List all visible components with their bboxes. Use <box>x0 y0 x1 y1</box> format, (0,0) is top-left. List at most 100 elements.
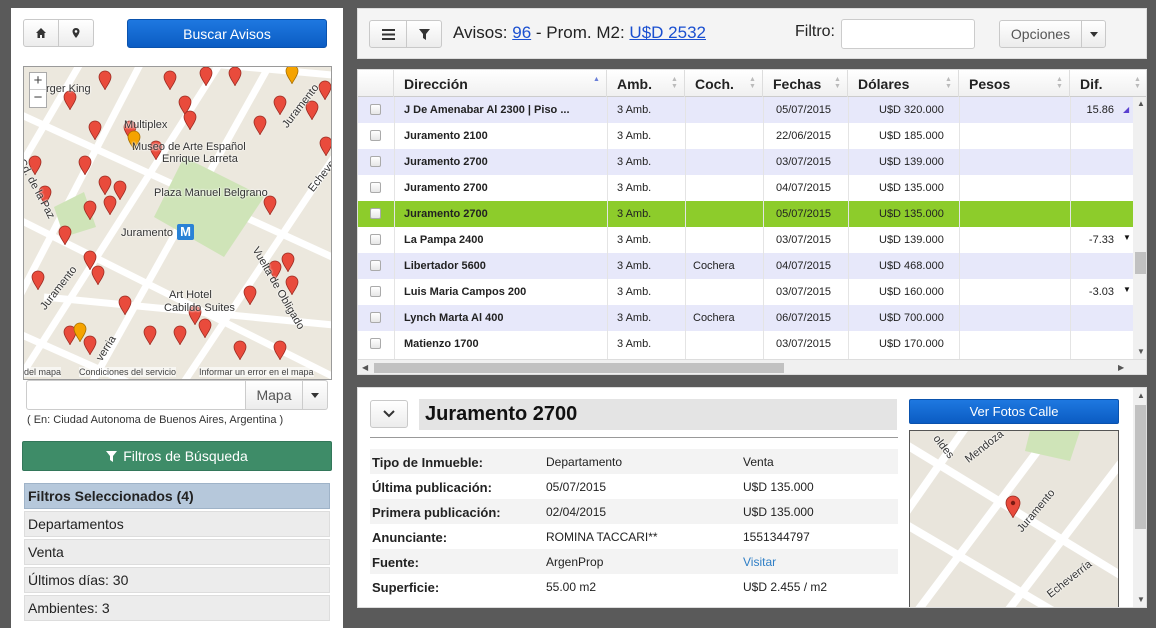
detail-vertical-scrollbar[interactable]: ▲ ▼ <box>1133 388 1146 607</box>
table-row[interactable]: Juramento 2700 3 Amb. 04/07/2015 U$D 135.00… <box>358 175 1133 201</box>
row-checkbox[interactable] <box>370 130 381 141</box>
scroll-down-icon[interactable]: ▼ <box>1137 347 1145 356</box>
table-row[interactable]: Lynch Marta Al 400 3 Amb. Cochera 06/07/201… <box>358 305 1133 331</box>
cell-dir: J De Amenabar Al 2300 | Piso ... <box>404 104 570 116</box>
table-row[interactable]: Juramento 2100 3 Amb. 22/06/2015 U$D 185.00… <box>358 123 1133 149</box>
visitar-link[interactable]: Visitar <box>743 555 776 569</box>
table-row[interactable]: Juramento 2700 3 Amb. 05/07/2015 U$D 135.00… <box>358 201 1133 227</box>
table-row[interactable]: Libertador 5600 3 Amb. Cochera 04/07/2015 U$… <box>358 253 1133 279</box>
selected-filter-item[interactable]: Venta <box>24 539 330 565</box>
map-terms-link[interactable]: Condiciones del servicio <box>79 367 177 377</box>
column-header-dif[interactable]: Dif. ▲ ▼ <box>1070 70 1146 97</box>
scroll-up-icon[interactable]: ▲ <box>1137 391 1145 400</box>
cell-dir: Libertador 5600 <box>404 260 486 272</box>
grid-horizontal-scrollbar[interactable]: ◀ ▶ <box>358 359 1146 374</box>
subway-icon: M <box>177 224 194 240</box>
row-checkbox[interactable] <box>370 182 381 193</box>
filtros-busqueda-button[interactable]: Filtros de Búsqueda <box>22 441 332 471</box>
row-checkbox[interactable] <box>370 156 381 167</box>
row-checkbox[interactable] <box>370 338 381 349</box>
scrollbar-thumb[interactable] <box>1135 405 1146 529</box>
cell-pesos <box>970 331 1065 357</box>
detail-value-secondary: U$D 135.000 <box>743 505 814 519</box>
map-label: Juramento <box>121 227 173 239</box>
avisos-count[interactable]: 96 <box>512 23 531 42</box>
cell-pesos <box>970 305 1065 331</box>
table-row[interactable]: Luis Maria Campos 200 3 Amb. 03/07/2015 U$D… <box>358 279 1133 305</box>
scrollbar-thumb[interactable] <box>374 363 784 373</box>
map-label: rger King <box>46 83 91 95</box>
selected-filter-item[interactable]: Ambientes: 3 <box>24 595 330 621</box>
cell-coch <box>693 175 758 201</box>
location-button[interactable] <box>58 19 94 47</box>
detail-value-secondary: Venta <box>743 455 774 469</box>
column-divider <box>685 97 686 359</box>
row-checkbox[interactable] <box>370 286 381 297</box>
detail-key: Primera publicación: <box>372 505 501 520</box>
table-row[interactable]: Matienzo 1700 3 Amb. 03/07/2015 U$D 170.000 <box>358 331 1133 357</box>
mapa-button[interactable]: Mapa <box>246 380 303 410</box>
row-checkbox[interactable] <box>370 208 381 219</box>
home-button[interactable] <box>23 19 59 47</box>
cell-dolares: U$D 139.000 <box>879 156 944 168</box>
selected-filter-item[interactable]: Últimos días: 30 <box>24 567 330 593</box>
column-header-fechas[interactable]: Fechas ▲ ▼ <box>763 70 848 97</box>
trend-up-icon: ◢ <box>1123 105 1130 114</box>
map-marker-icon <box>72 28 80 38</box>
zoom-out-button[interactable]: − <box>30 90 46 107</box>
opciones-dropdown-toggle[interactable] <box>1081 20 1106 48</box>
buscar-avisos-button[interactable]: Buscar Avisos <box>127 19 327 48</box>
column-header-direccion[interactable]: Dirección ▲ <box>394 70 607 97</box>
row-checkbox[interactable] <box>370 312 381 323</box>
row-checkbox[interactable] <box>370 104 381 115</box>
table-row[interactable]: Juramento 2700 3 Amb. 03/07/2015 U$D 139.00… <box>358 149 1133 175</box>
collapse-detail-button[interactable] <box>370 400 408 428</box>
detail-row: Tipo de Inmueble: Departamento Venta <box>370 449 898 474</box>
chevron-down-icon <box>311 392 319 398</box>
grid-vertical-scrollbar[interactable]: ▲ ▼ <box>1133 97 1146 359</box>
map-label: Enrique Larreta <box>162 153 238 165</box>
column-header-amb[interactable]: Amb. ▲ ▼ <box>607 70 685 97</box>
column-header-label: Coch. <box>695 76 734 92</box>
location-hint: ( En: Ciudad Autonoma de Buenos Aires, A… <box>27 414 284 426</box>
scrollbar-thumb[interactable] <box>1135 252 1146 274</box>
column-header-dolares[interactable]: Dólares ▲ ▼ <box>848 70 959 97</box>
address-search-input[interactable] <box>26 380 246 410</box>
scroll-left-icon[interactable]: ◀ <box>362 363 368 372</box>
scroll-up-icon[interactable]: ▲ <box>1137 99 1145 108</box>
column-header-coch[interactable]: Coch. ▲ ▼ <box>685 70 763 97</box>
opciones-button[interactable]: Opciones <box>999 20 1082 48</box>
selected-filter-item[interactable]: Departamentos <box>24 511 330 537</box>
column-divider <box>607 97 608 359</box>
table-row[interactable]: La Pampa 2400 3 Amb. 03/07/2015 U$D 139.000… <box>358 227 1133 253</box>
map-report-error-link[interactable]: Informar un error en el mapa <box>199 367 314 377</box>
prom-m2-value[interactable]: U$D 2532 <box>629 23 706 42</box>
mapa-dropdown-toggle[interactable] <box>303 380 328 410</box>
detail-value-secondary: U$D 2.455 / m2 <box>743 580 828 594</box>
scroll-down-icon[interactable]: ▼ <box>1137 595 1145 604</box>
zoom-in-button[interactable]: + <box>30 73 46 90</box>
scroll-right-icon[interactable]: ▶ <box>1118 363 1124 372</box>
detail-row: Fuente: ArgenProp Visitar <box>370 549 898 574</box>
cell-coch <box>693 201 758 227</box>
row-checkbox[interactable] <box>370 260 381 271</box>
cell-dif <box>1074 253 1124 279</box>
chevron-down-icon <box>383 410 395 418</box>
cell-coch <box>693 279 758 305</box>
cell-amb: 3 Amb. <box>617 286 652 298</box>
column-header-pesos[interactable]: Pesos ▲ ▼ <box>959 70 1070 97</box>
row-checkbox[interactable] <box>370 234 381 245</box>
cell-amb: 3 Amb. <box>617 156 652 168</box>
map-streets <box>910 431 1118 607</box>
filter-button[interactable] <box>406 20 442 48</box>
menu-button[interactable] <box>369 20 407 48</box>
results-map[interactable]: + − rger King Multiplex Museo de Arte Es… <box>23 66 332 380</box>
cell-dir: Luis Maria Campos 200 <box>404 286 527 298</box>
prom-label: - Prom. M2: <box>535 23 625 42</box>
property-map[interactable]: Mendoza Juramento Echeverría oldes <box>909 430 1119 607</box>
table-row[interactable]: J De Amenabar Al 2300 | Piso ... 3 Amb. 05… <box>358 97 1133 123</box>
ver-fotos-calle-button[interactable]: Ver Fotos Calle <box>909 399 1119 424</box>
filtro-input[interactable] <box>841 19 975 49</box>
detail-value-secondary: 1551344797 <box>743 530 810 544</box>
cell-dif <box>1074 305 1124 331</box>
